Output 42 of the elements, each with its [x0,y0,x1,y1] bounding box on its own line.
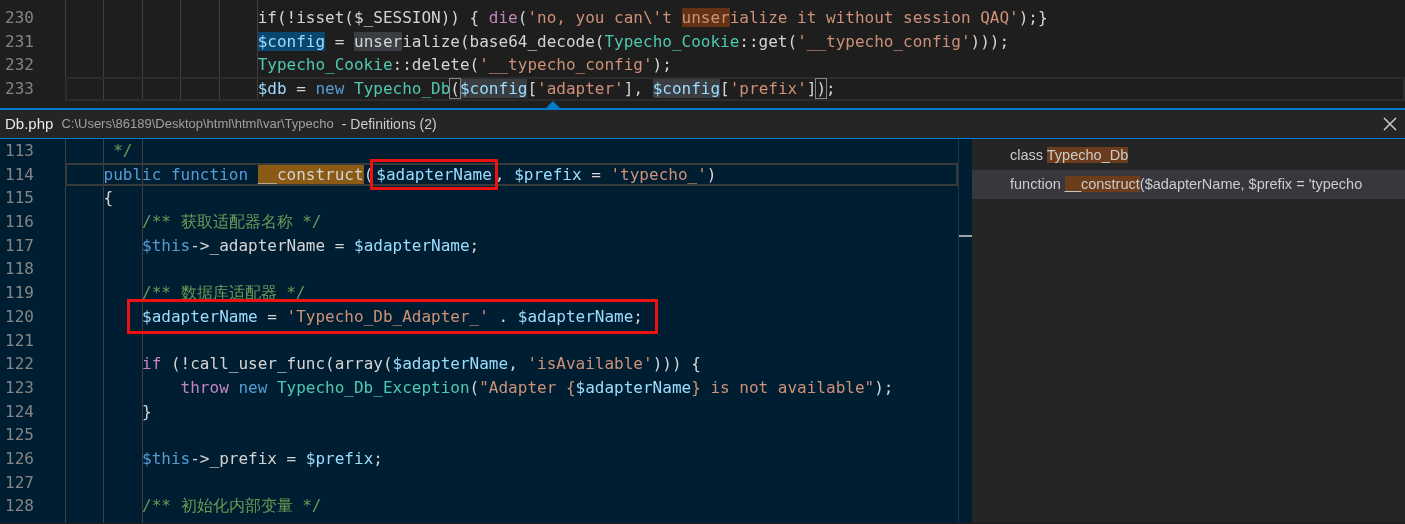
code-line: { [102,188,114,208]
peek-title: - Definitions (2) [341,114,437,134]
reference-item[interactable]: function __construct($adapterName, $prefix = 'typecho [972,170,1405,199]
code-line: if (!call_user_func(array($adapterName, 'isAvailable'))) { [141,354,701,374]
code-line: Typecho_Cookie::delete('__typecho_config'); [256,55,672,75]
code-line: if(!isset($_SESSION)) { die('no, you can\'t unserialize it without session QAQ');} [256,8,1048,27]
line-number: 116 [4,211,35,234]
code-line: /** 获取适配器名称 */ [141,212,322,232]
file-name: Db.php [5,113,54,134]
line-number: 113 [4,140,35,162]
code-line: throw new Typecho_Db_Exception("Adapter {$adapterName} is not available"); [179,377,894,397]
code-line: /** 初始化内部变量 */ [141,496,322,516]
line-number: 125 [4,424,35,447]
line-number: 117 [4,234,35,257]
reference-item[interactable]: class Typecho_Db [972,141,1405,170]
file-path: C:\Users\86189\Desktop\html\html\var\Typecho [61,115,334,134]
line-number: 230 [4,7,35,29]
code-line: */ [112,141,133,160]
code-line: $config = unserialize(base64_decode(Typecho_Cookie::get('__typecho_config'))); [256,31,1010,51]
line-number: 124 [4,400,35,423]
line-number: 121 [4,329,35,352]
line-number: 122 [4,353,35,376]
line-number: 120 [4,305,35,328]
code-line: $this->_prefix = $prefix; [141,448,383,468]
line-number: 231 [4,30,35,53]
line-number: 128 [4,495,35,518]
code-line: } [141,401,152,421]
code-line: $this->_adapterName = $adapterName; [141,235,480,255]
line-number: 232 [4,54,35,77]
line-number: 127 [4,471,35,494]
code-line: $db = new Typecho_Db($config['adapter'], $config['prefix']); [256,79,836,99]
line-number: 115 [4,187,35,210]
line-number: 123 [4,376,35,399]
line-number: 118 [4,258,35,281]
line-number: 114 [4,163,35,186]
code-line: $adapterName = 'Typecho_Db_Adapter_' . $adapterName; [141,306,643,326]
close-icon[interactable] [1383,117,1397,131]
code-line: public function __construct( $adapterName , $prefix = 'typecho_') [102,164,717,184]
ruler-mark [959,235,972,237]
line-number: 233 [4,78,35,101]
line-number: 126 [4,447,35,470]
line-number: 119 [4,282,35,305]
